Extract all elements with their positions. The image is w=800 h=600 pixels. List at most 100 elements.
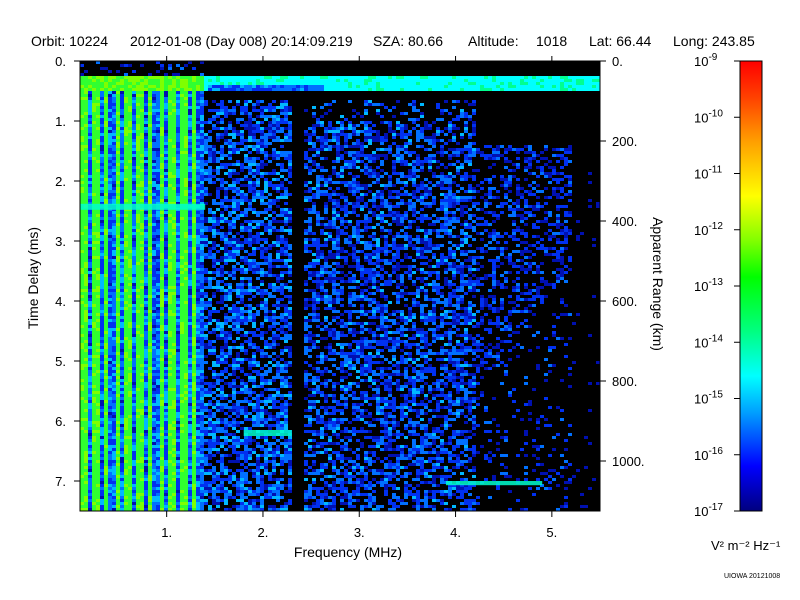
heatmap-cell	[96, 283, 100, 286]
heatmap-cell	[180, 310, 184, 313]
heatmap-cell	[200, 460, 204, 463]
heatmap-cell	[132, 70, 136, 73]
heatmap-cell	[100, 400, 104, 403]
heatmap-cell	[112, 442, 116, 445]
heatmap-cell	[192, 382, 196, 385]
heatmap-cell	[116, 349, 120, 352]
heatmap-cell	[176, 241, 180, 244]
heatmap-cell	[136, 79, 140, 82]
heatmap-cell	[204, 103, 208, 106]
heatmap-cell	[136, 391, 140, 394]
heatmap-cell	[88, 442, 92, 445]
heatmap-cell	[184, 190, 188, 193]
heatmap-cell	[140, 151, 144, 154]
heatmap-cell	[96, 346, 100, 349]
heatmap-cell	[100, 118, 104, 121]
heatmap-cell	[180, 409, 184, 412]
heatmap-cell	[180, 445, 184, 448]
heatmap-cell	[212, 295, 216, 298]
heatmap-cell	[112, 178, 116, 181]
heatmap-cell	[112, 304, 116, 307]
heatmap-cell	[124, 322, 128, 325]
heatmap-cell	[172, 505, 176, 508]
heatmap-cell	[200, 424, 204, 427]
heatmap-cell	[220, 409, 224, 412]
heatmap-cell	[208, 82, 212, 85]
heatmap-cell	[188, 355, 192, 358]
heatmap-cell	[96, 442, 100, 445]
heatmap-cell	[96, 343, 100, 346]
heatmap-cell	[188, 457, 192, 460]
heatmap-cell	[200, 325, 204, 328]
heatmap-cell	[100, 259, 104, 262]
heatmap-cell	[156, 142, 160, 145]
heatmap-cell	[128, 157, 132, 160]
heatmap-cell	[128, 391, 132, 394]
heatmap-cell	[200, 94, 204, 97]
heatmap-cell	[140, 442, 144, 445]
heatmap-cell	[184, 454, 188, 457]
heatmap-cell	[200, 220, 204, 223]
heatmap-cell	[164, 412, 168, 415]
heatmap-cell	[92, 178, 96, 181]
heatmap-cell	[128, 214, 132, 217]
heatmap-cell	[80, 64, 84, 67]
heatmap-cell	[128, 103, 132, 106]
heatmap-cell	[216, 244, 220, 247]
heatmap-cell	[200, 490, 204, 493]
heatmap-cell	[100, 418, 104, 421]
heatmap-cell	[80, 481, 84, 484]
heatmap-cell	[100, 472, 104, 475]
heatmap-cell	[124, 436, 128, 439]
heatmap-cell	[188, 334, 192, 337]
heatmap-cell	[156, 430, 160, 433]
heatmap-cell	[196, 85, 200, 88]
heatmap-cell	[168, 376, 172, 379]
heatmap-cell	[144, 424, 148, 427]
heatmap-cell	[164, 340, 168, 343]
heatmap-cell	[112, 472, 116, 475]
heatmap-cell	[128, 127, 132, 130]
heatmap-cell	[136, 478, 140, 481]
heatmap-cell	[176, 442, 180, 445]
heatmap-cell	[80, 91, 84, 94]
heatmap-cell	[156, 424, 160, 427]
heatmap-cell	[164, 283, 168, 286]
heatmap-cell	[120, 454, 124, 457]
heatmap-cell	[164, 175, 168, 178]
heatmap-cell	[112, 295, 116, 298]
heatmap-cell	[200, 244, 204, 247]
heatmap-cell	[84, 451, 88, 454]
heatmap-cell	[104, 331, 108, 334]
heatmap-cell	[168, 394, 172, 397]
heatmap-cell	[80, 115, 84, 118]
heatmap-cell	[116, 424, 120, 427]
heatmap-cell	[96, 259, 100, 262]
heatmap-cell	[184, 331, 188, 334]
heatmap-cell	[132, 481, 136, 484]
heatmap-cell	[152, 403, 156, 406]
heatmap-cell	[200, 463, 204, 466]
heatmap-cell	[84, 433, 88, 436]
heatmap-cell	[208, 313, 212, 316]
heatmap-cell	[144, 451, 148, 454]
heatmap-cell	[220, 499, 224, 502]
heatmap-cell	[188, 364, 192, 367]
heatmap-cell	[216, 499, 220, 502]
heatmap-cell	[112, 487, 116, 490]
heatmap-cell	[100, 415, 104, 418]
heatmap-cell	[100, 106, 104, 109]
heatmap-cell	[152, 364, 156, 367]
heatmap-cell	[108, 382, 112, 385]
heatmap-cell	[100, 478, 104, 481]
heatmap-cell	[184, 76, 188, 79]
heatmap-cell	[96, 391, 100, 394]
heatmap-cell	[104, 433, 108, 436]
heatmap-cell	[116, 292, 120, 295]
heatmap-cell	[104, 370, 108, 373]
heatmap-cell	[200, 442, 204, 445]
heatmap-cell	[200, 211, 204, 214]
heatmap-cell	[116, 427, 120, 430]
heatmap-cell	[80, 289, 84, 292]
heatmap-cell	[164, 184, 168, 187]
